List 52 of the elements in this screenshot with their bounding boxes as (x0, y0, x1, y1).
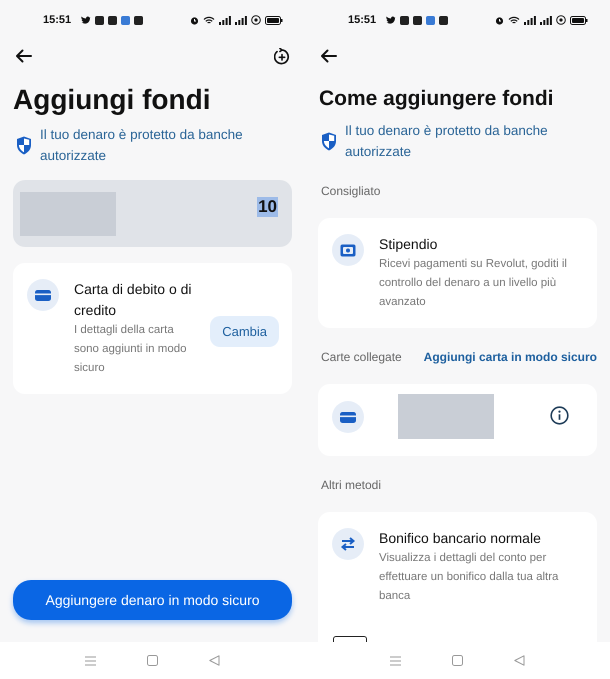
wifi-icon (508, 16, 520, 24)
add-timer-icon[interactable] (274, 48, 290, 64)
section-heading: Altri metodi (321, 478, 382, 492)
method-card[interactable]: Bonifico bancario normale Visualizza i dettagli del conto per effettuare un bonifico dalla tua altra banca (318, 512, 597, 642)
signal-icon (524, 16, 536, 24)
card-icon (27, 279, 59, 311)
back-arrow-icon[interactable] (320, 49, 337, 63)
add-money-button[interactable]: Aggiungere denaro in modo sicuro (13, 580, 292, 620)
amount-field[interactable]: 10 (13, 180, 292, 247)
add-card-link[interactable]: Aggiungi carta in modo sicuro (424, 350, 597, 364)
transfer-arrows-icon (332, 528, 364, 560)
battery-icon (265, 16, 283, 24)
method-description: Visualizza i dettagli del conto per effettuare un bonifico dalla tua altra banca (379, 551, 560, 604)
data-saver-icon (556, 15, 566, 25)
home-icon[interactable] (452, 655, 463, 666)
method-card[interactable]: Stipendio Ricevi pagamenti su Revolut, goditi il controllo del denaro a un livello più avanzato (318, 218, 597, 328)
menu-icon[interactable] (85, 656, 96, 666)
bird-icon (81, 16, 92, 24)
page-title: Aggiungi fondi (13, 83, 212, 117)
info-icon[interactable] (550, 406, 569, 425)
status-time: 15:51 (348, 14, 376, 26)
home-icon[interactable] (146, 655, 158, 666)
back-arrow-icon[interactable] (15, 49, 32, 63)
method-description: Ricevi pagamenti su Revolut, goditi il controllo del denaro a un livello più avanzato (379, 257, 568, 310)
section-heading: Carte collegate (321, 350, 402, 364)
shield-icon (16, 136, 32, 154)
alarm-icon (190, 16, 199, 24)
status-time: 15:51 (43, 14, 72, 26)
method-title: Bonifico bancario normale (379, 529, 542, 548)
method-title: Stipendio (379, 235, 438, 254)
section-heading: Consigliato (321, 184, 380, 198)
menu-icon[interactable] (390, 656, 402, 666)
back-icon[interactable] (514, 655, 525, 666)
change-button[interactable]: Cambia (210, 316, 279, 347)
battery-icon (570, 16, 588, 24)
alarm-icon (495, 16, 504, 24)
amount-value: 10 (257, 197, 278, 217)
protection-note: Il tuo denaro è protetto da banche autorizzate (40, 126, 244, 165)
wifi-icon (203, 16, 215, 24)
bird-icon (386, 16, 396, 24)
data-saver-icon (251, 15, 261, 25)
card-icon (332, 401, 364, 433)
method-subtitle: I dettagli della carta sono aggiunti in modo sicuro (74, 323, 188, 376)
protection-note: Il tuo denaro è protetto da banche autorizzate (345, 122, 549, 161)
back-icon[interactable] (208, 655, 220, 666)
signal-icon (540, 16, 552, 24)
signal-icon (219, 16, 231, 24)
banknote-icon (332, 234, 364, 266)
signal-icon (235, 16, 247, 24)
method-title: Carta di debito o di credito (74, 280, 193, 320)
page-title: Come aggiungere fondi (318, 86, 555, 112)
shield-icon (321, 132, 337, 150)
